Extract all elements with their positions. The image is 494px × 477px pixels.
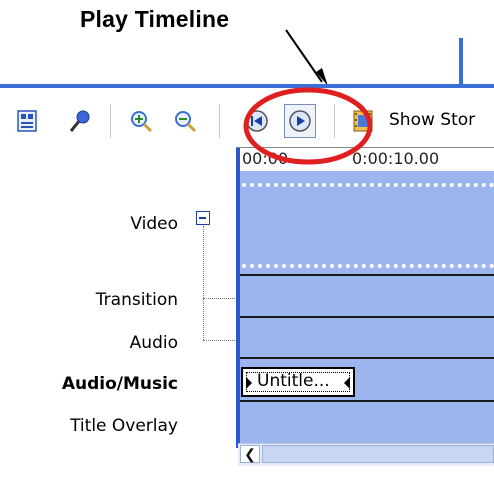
callout-title: Play Timeline [80,6,230,32]
track-label-audio-music: Audio/Music [61,374,178,394]
video-track-filmstrip-bottom [242,264,494,268]
toolbar-separator [110,104,111,138]
clip-trim-left-handle[interactable] [246,377,252,389]
show-storyboard-button[interactable]: Show Stor [389,110,475,130]
track-divider [238,357,494,359]
timeline-tracks[interactable] [238,171,494,443]
collapse-video-tracks-icon[interactable] [196,211,210,225]
track-label-audio: Audio [129,333,178,353]
track-divider [238,400,494,402]
callout-arrow [285,29,328,86]
zoom-in-icon[interactable] [128,108,154,134]
toolbar-separator [219,104,220,138]
storyboard-toggle-icon[interactable] [14,108,40,134]
scrollbar-thumb[interactable] [262,445,494,463]
tree-connector [203,298,237,299]
track-label-title-overlay: Title Overlay [70,416,178,436]
zoom-out-icon[interactable] [172,108,198,134]
tree-connector [203,226,204,340]
clip-label: Untitle... [257,371,330,391]
audio-music-clip[interactable]: Untitle... [241,367,355,397]
clip-trim-right-handle[interactable] [344,377,350,389]
tree-connector [203,340,237,341]
highlight-ellipse [243,87,373,165]
track-divider [238,274,494,276]
track-label-video: Video [130,214,178,234]
track-label-transition: Transition [95,290,178,310]
scroll-left-button[interactable]: ❮ [240,445,260,463]
narrate-microphone-icon[interactable] [66,108,92,134]
window-border-vertical [459,38,463,88]
chevron-left-icon: ❮ [244,445,256,462]
track-divider [238,316,494,318]
video-track-filmstrip-top [242,183,494,187]
